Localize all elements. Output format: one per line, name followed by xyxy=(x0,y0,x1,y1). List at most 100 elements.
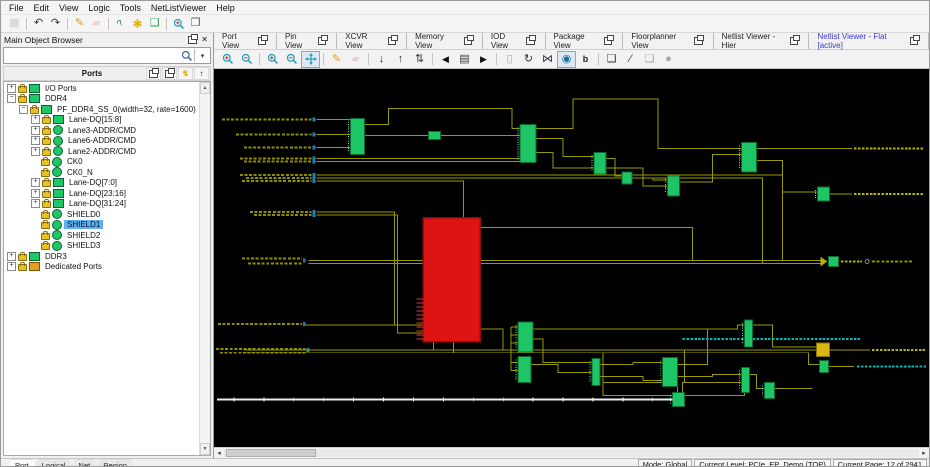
float-tab-icon[interactable] xyxy=(257,35,269,45)
tree-item-label[interactable]: Lane3-ADDR/CMD xyxy=(65,126,139,135)
tree-item-label[interactable]: Lane-DQ[15:8] xyxy=(66,115,124,124)
expand-icon[interactable]: + xyxy=(31,199,40,209)
expand-icon[interactable]: + xyxy=(31,146,40,156)
canvas-horizontal-scrollbar[interactable]: ◂ ▸ xyxy=(214,447,929,458)
tree-item-label[interactable]: DDR3 xyxy=(42,252,70,261)
edit-pencil-icon[interactable]: ✎ xyxy=(71,16,88,31)
menu-tools[interactable]: Tools xyxy=(115,3,146,13)
expand-icon[interactable]: + xyxy=(7,262,16,272)
pin-icon[interactable]: ? xyxy=(112,16,129,31)
tree-item-dedicated-ports[interactable]: + Dedicated Ports xyxy=(4,262,199,273)
fit-view-icon[interactable] xyxy=(301,50,320,68)
tree-item-label[interactable]: Lane-DQ[31:24] xyxy=(66,199,129,208)
tree-item-lane-dq-7-0-[interactable]: + Lane-DQ[7:0] xyxy=(4,178,199,189)
bottom-tab-port[interactable]: Port xyxy=(7,460,37,467)
collapse-icon[interactable]: − xyxy=(7,94,16,104)
tab-floorplanner-view[interactable]: Floorplanner View xyxy=(623,32,714,50)
search-icon[interactable] xyxy=(179,49,194,62)
eraser-icon[interactable]: ▰ xyxy=(346,51,365,68)
options-icon[interactable]: ✱ xyxy=(129,16,146,31)
expand-icon[interactable]: + xyxy=(31,125,40,135)
scrollbar-thumb[interactable] xyxy=(226,449,316,457)
selected-yellow-component[interactable] xyxy=(815,342,830,358)
tree-scrollbar[interactable]: ▲ ▼ xyxy=(199,82,210,455)
tab-netlist-viewer-flat-active-[interactable]: Netlist Viewer - Flat [active] xyxy=(809,32,929,50)
expand-icon[interactable]: + xyxy=(31,178,40,188)
tree-item-label[interactable]: Dedicated Ports xyxy=(42,262,105,271)
selected-net[interactable] xyxy=(216,397,673,402)
tab-memory-view[interactable]: Memory View xyxy=(407,32,483,50)
scroll-top-icon[interactable]: ↑ xyxy=(194,67,209,80)
expand-icon[interactable]: + xyxy=(31,188,40,198)
tree-item-ck0-n[interactable]: CK0_N xyxy=(4,167,199,178)
eraser-icon[interactable]: ▰ xyxy=(88,16,105,31)
float-tab-icon[interactable] xyxy=(526,35,537,45)
bottom-tab-net[interactable]: Net xyxy=(71,460,99,467)
tree-item-lane-dq-31-24-[interactable]: + Lane-DQ[31:24] xyxy=(4,199,199,210)
expand-icon[interactable]: + xyxy=(7,83,16,93)
menu-logic[interactable]: Logic xyxy=(83,3,115,13)
edit-pencil-icon[interactable]: ✎ xyxy=(327,51,346,68)
tree-item-ddr4[interactable]: − DDR4 xyxy=(4,94,199,105)
tree-item-label[interactable]: I/O Ports xyxy=(42,84,80,93)
reload-icon[interactable]: ↻ xyxy=(519,51,538,68)
tab-netlist-viewer-hier[interactable]: Netlist Viewer - Hier xyxy=(714,32,810,50)
undo-icon[interactable]: ↶ xyxy=(30,16,47,31)
float-tab-icon[interactable] xyxy=(318,35,329,45)
tree-item-i-o-ports[interactable]: + I/O Ports xyxy=(4,83,199,94)
show-flat-icon[interactable]: ◉ xyxy=(557,50,576,68)
tree-item-label[interactable]: SHIELD3 xyxy=(64,241,103,250)
highlighted-component[interactable] xyxy=(416,217,482,343)
tree-item-label[interactable]: Lane6-ADDR/CMD xyxy=(65,136,139,145)
collapse-net-icon[interactable]: ⋈ xyxy=(538,51,557,68)
export-sheet-icon[interactable]: ❏ xyxy=(640,51,659,68)
tree-item-lane-dq-15-8-[interactable]: + Lane-DQ[15:8] xyxy=(4,115,199,126)
next-page-icon[interactable]: ▶ xyxy=(474,51,493,68)
tree-item-label[interactable]: SHIELD0 xyxy=(64,210,103,219)
tree-item-pf-ddr4-ss-0-width-32-rate-1600-[interactable]: − PF_DDR4_SS_0(width=32, rate=1600) xyxy=(4,104,199,115)
search-input[interactable] xyxy=(4,50,179,61)
redo-icon[interactable]: ↷ xyxy=(47,16,64,31)
tab-pin-view[interactable]: Pin View xyxy=(277,32,338,50)
tab-package-view[interactable]: Package View xyxy=(546,32,624,50)
save-icon[interactable]: ▦ xyxy=(6,16,23,31)
push-down-icon[interactable]: ↓ xyxy=(372,51,391,68)
tree-item-shield1[interactable]: SHIELD1 xyxy=(4,219,199,231)
record-icon[interactable]: ● xyxy=(659,51,678,68)
float-tab-icon[interactable] xyxy=(387,35,399,45)
menu-edit[interactable]: Edit xyxy=(29,3,55,13)
tab-xcvr-view[interactable]: XCVR View xyxy=(337,32,408,50)
scroll-up-icon[interactable]: ▲ xyxy=(200,82,210,94)
float-tab-icon[interactable] xyxy=(463,35,474,45)
tree-item-ddr3[interactable]: + DDR3 xyxy=(4,251,199,262)
scroll-down-icon[interactable]: ▼ xyxy=(200,443,210,455)
close-panel-icon[interactable]: ✕ xyxy=(199,35,210,44)
page-list-icon[interactable]: ▤ xyxy=(455,51,474,68)
prev-page-icon[interactable]: ◀ xyxy=(436,51,455,68)
tree-item-shield0[interactable]: SHIELD0 xyxy=(4,209,199,220)
menu-view[interactable]: View xyxy=(54,3,83,13)
float-tab-icon[interactable] xyxy=(604,35,615,45)
zoom-selection-in-icon[interactable] xyxy=(263,51,282,68)
bottom-tab-logical[interactable]: Logical xyxy=(34,460,74,467)
push-pop-icon[interactable]: ⇅ xyxy=(410,51,429,68)
add-note-icon[interactable]: ❏ xyxy=(602,51,621,68)
tree-item-label[interactable]: DDR4 xyxy=(42,94,70,103)
scroll-right-icon[interactable]: ▸ xyxy=(919,449,929,457)
expand-icon[interactable]: + xyxy=(31,115,40,125)
copy-icon[interactable] xyxy=(162,67,177,80)
collapse-icon[interactable]: − xyxy=(19,104,28,114)
tree-item-lane-dq-23-16-[interactable]: + Lane-DQ[23:16] xyxy=(4,188,199,199)
menu-help[interactable]: Help xyxy=(211,3,240,13)
tree-item-ck0[interactable]: CK0 xyxy=(4,156,199,168)
tree-item-label[interactable]: Lane-DQ[7:0] xyxy=(66,178,120,187)
cascade-icon[interactable]: ❐ xyxy=(187,16,204,31)
show-buffers-icon[interactable]: b xyxy=(576,51,595,68)
new-sheet-icon[interactable]: ▯ xyxy=(500,51,519,68)
tree-item-label[interactable]: PF_DDR4_SS_0(width=32, rate=1600) xyxy=(54,105,199,114)
zoom-in-icon[interactable] xyxy=(218,51,237,68)
zoom-out-icon[interactable] xyxy=(237,51,256,68)
tab-iod-view[interactable]: IOD View xyxy=(483,32,546,50)
tree-item-lane2-addr-cmd[interactable]: + Lane2-ADDR/CMD xyxy=(4,146,199,157)
tab-port-view[interactable]: Port View xyxy=(214,32,278,50)
